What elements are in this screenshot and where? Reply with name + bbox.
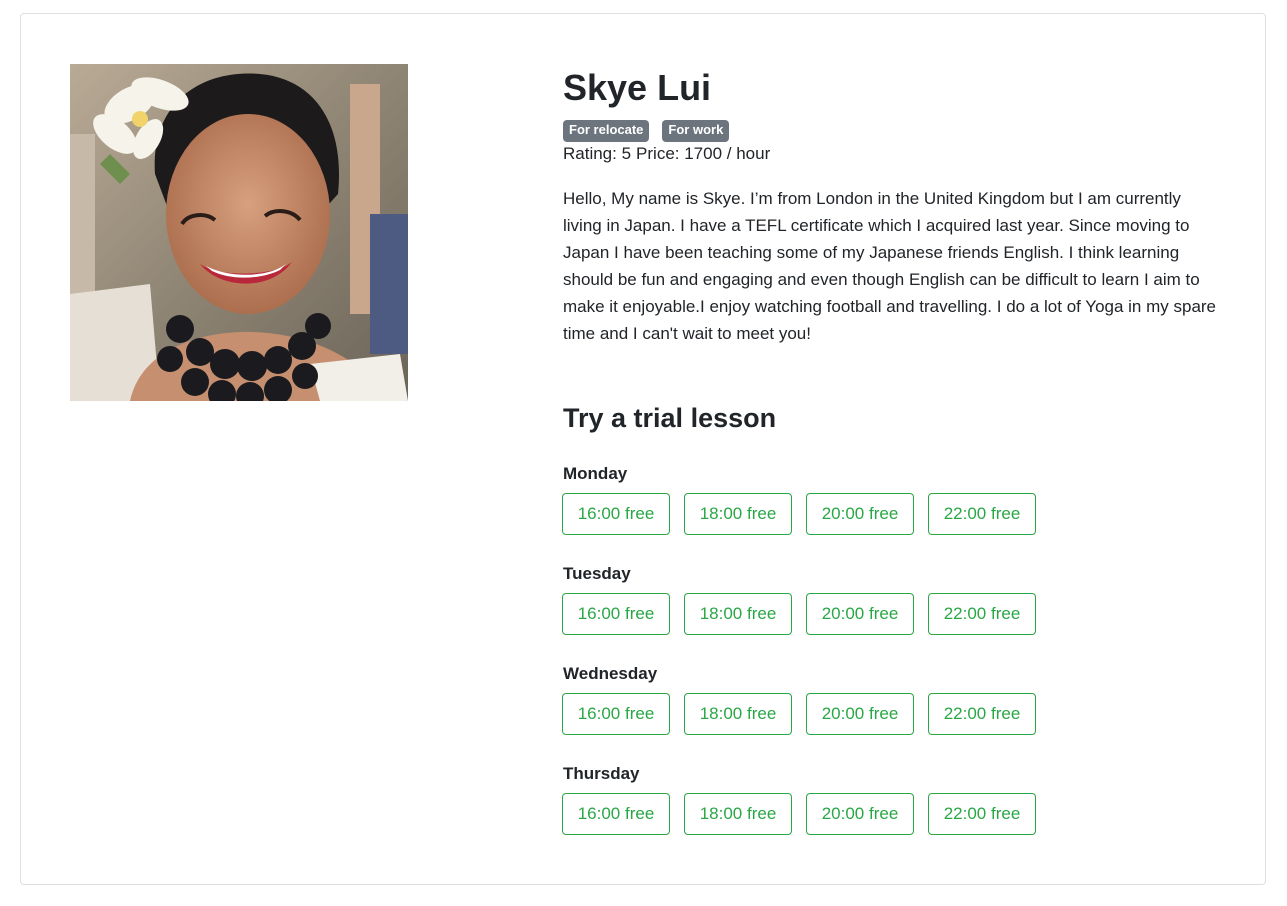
slot-button[interactable]: 22:00 free: [928, 793, 1036, 835]
day-tuesday: Tuesday 16:00 free 18:00 free 20:00 free…: [562, 563, 1036, 635]
slot-button[interactable]: 20:00 free: [806, 693, 914, 735]
slot-button[interactable]: 20:00 free: [806, 793, 914, 835]
day-wednesday: Wednesday 16:00 free 18:00 free 20:00 fr…: [562, 663, 1036, 735]
day-label: Monday: [563, 464, 628, 483]
slot-button[interactable]: 22:00 free: [928, 693, 1036, 735]
trial-lesson-heading: Try a trial lesson: [563, 403, 777, 433]
tutor-info: Skye Lui For relocate For work Rating: 5…: [563, 64, 1223, 435]
day-monday: Monday 16:00 free 18:00 free 20:00 free …: [562, 463, 1036, 535]
tutor-name: Skye Lui: [563, 67, 712, 108]
slot-button[interactable]: 16:00 free: [562, 793, 670, 835]
badge-for-relocate: For relocate: [563, 120, 650, 142]
slot-button[interactable]: 18:00 free: [684, 793, 792, 835]
tutor-card: Skye Lui For relocate For work Rating: 5…: [20, 13, 1266, 885]
slot-button[interactable]: 18:00 free: [684, 593, 792, 635]
slot-button[interactable]: 16:00 free: [562, 693, 670, 735]
slot-list: 16:00 free 18:00 free 20:00 free 22:00 f…: [562, 693, 1036, 735]
rating-price: Rating: 5 Price: 1700 / hour: [563, 142, 1223, 166]
slot-list: 16:00 free 18:00 free 20:00 free 22:00 f…: [562, 493, 1036, 535]
day-thursday: Thursday 16:00 free 18:00 free 20:00 fre…: [562, 763, 1036, 835]
tutor-portrait-image: [70, 64, 408, 401]
day-label: Tuesday: [563, 564, 631, 583]
slot-list: 16:00 free 18:00 free 20:00 free 22:00 f…: [562, 793, 1036, 835]
slot-button[interactable]: 22:00 free: [928, 493, 1036, 535]
slot-button[interactable]: 20:00 free: [806, 493, 914, 535]
day-label: Wednesday: [563, 664, 658, 683]
price-text: Price: 1700 / hour: [636, 144, 771, 163]
tutor-photo: [70, 64, 408, 401]
slot-button[interactable]: 18:00 free: [684, 693, 792, 735]
slot-button[interactable]: 20:00 free: [806, 593, 914, 635]
badge-for-work: For work: [662, 120, 730, 142]
slot-button[interactable]: 16:00 free: [562, 493, 670, 535]
slot-list: 16:00 free 18:00 free 20:00 free 22:00 f…: [562, 593, 1036, 635]
rating-text: Rating: 5: [563, 144, 632, 163]
slot-button[interactable]: 22:00 free: [928, 593, 1036, 635]
tutor-bio: Hello, My name is Skye. I’m from London …: [563, 189, 1217, 343]
day-label: Thursday: [563, 764, 640, 783]
badge-list: For relocate For work: [563, 120, 1223, 142]
slot-button[interactable]: 16:00 free: [562, 593, 670, 635]
slot-button[interactable]: 18:00 free: [684, 493, 792, 535]
